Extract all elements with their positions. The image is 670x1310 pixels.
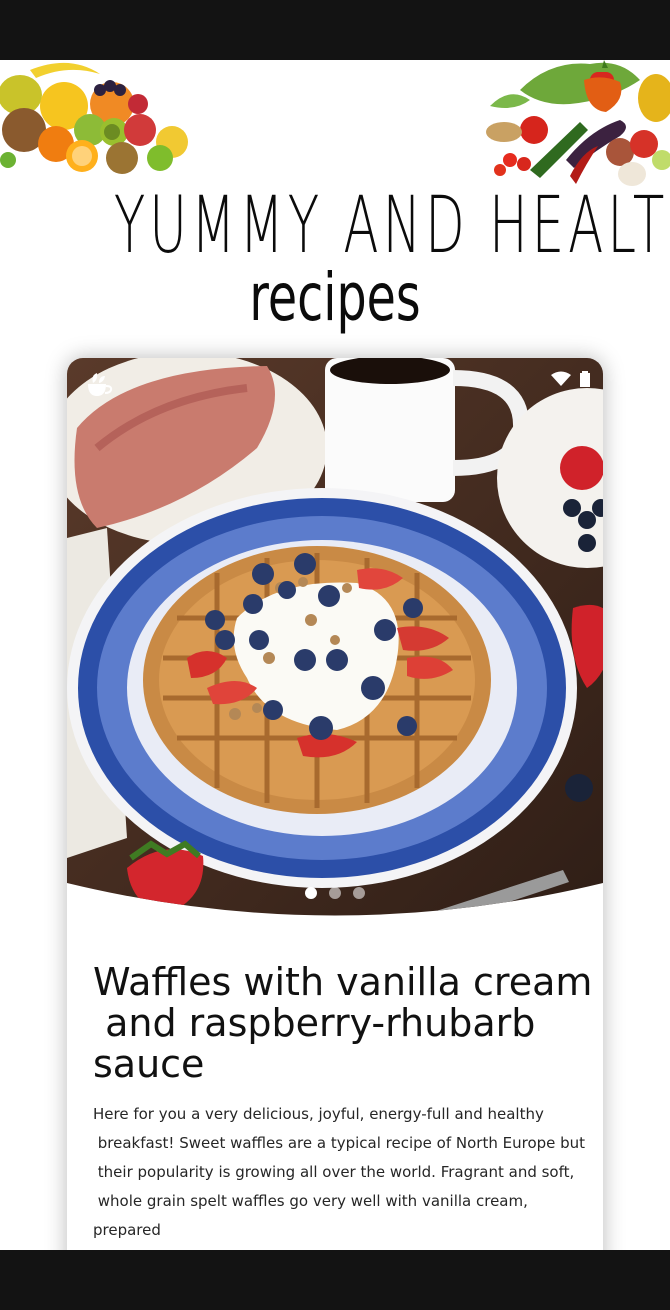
carousel-dot-3[interactable]	[353, 887, 365, 899]
device-top-bar	[0, 0, 670, 60]
carousel-dot-2[interactable]	[329, 887, 341, 899]
recipe-description: Here for you a very delicious, joyful, e…	[93, 1105, 586, 1239]
carousel-dot-1[interactable]	[305, 887, 317, 899]
device-bottom-bar	[0, 1250, 670, 1310]
app-subheadline: recipes	[249, 259, 421, 336]
promo-page: YUMMY AND HEALTHY recipes	[0, 60, 670, 1250]
carousel-indicator	[67, 886, 603, 904]
status-icons	[550, 370, 591, 388]
recipe-title: Waffles with vanilla cream and raspberry…	[93, 960, 593, 1086]
battery-icon	[580, 370, 590, 387]
vegetables-illustration	[486, 60, 670, 186]
wifi-icon	[550, 371, 571, 386]
fruits-illustration	[0, 62, 188, 174]
phone-mockup: Waffles with vanilla cream and raspberry…	[67, 358, 603, 1250]
teacup-icon	[88, 373, 113, 396]
recipe-hero-image[interactable]	[67, 358, 603, 918]
